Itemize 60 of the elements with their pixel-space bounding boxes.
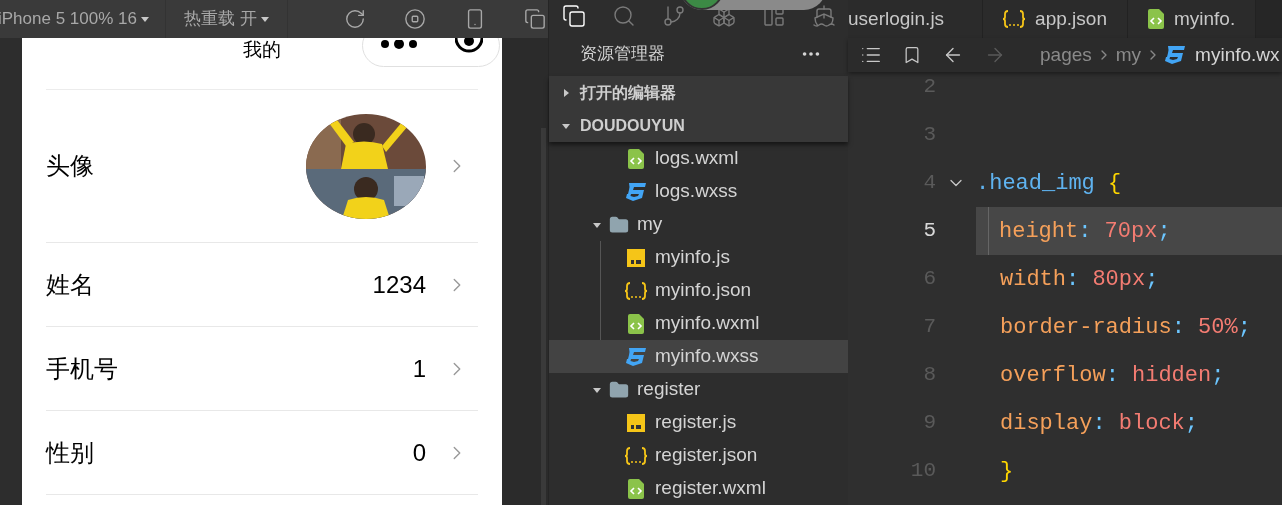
braces-file-icon <box>1003 10 1026 28</box>
dropdown-caret-icon <box>260 15 269 23</box>
braces-file-icon <box>625 281 647 300</box>
code-file-icon <box>628 478 644 499</box>
folder-icon <box>609 214 629 235</box>
breadcrumb-item[interactable]: myinfo.wx <box>1195 40 1280 70</box>
explorer-title: 资源管理器 <box>580 43 665 66</box>
code-line: } <box>999 457 1015 486</box>
code-line: .head_img { <box>976 169 1123 198</box>
file-tree-item[interactable]: myinfo.js <box>549 241 848 274</box>
page-title: 我的 <box>243 39 281 61</box>
stop-icon[interactable] <box>403 8 426 30</box>
code-line: border-radius: 50%; <box>999 313 1252 342</box>
file-tree-item[interactable]: register.wxml <box>549 472 848 505</box>
profile-row[interactable]: 头像 <box>46 90 478 243</box>
editor-tab[interactable]: app.json <box>983 0 1128 38</box>
file-tree-item[interactable]: myinfo.wxss <box>549 340 848 373</box>
code-file-icon <box>628 313 644 334</box>
file-tree-item[interactable]: register.js <box>549 406 848 439</box>
breadcrumb-item[interactable]: my <box>1115 40 1142 70</box>
file-tree-item[interactable]: register <box>549 373 848 406</box>
windows-icon[interactable] <box>523 8 546 30</box>
explorer-section-header[interactable]: 打开的编辑器 <box>549 76 848 109</box>
code-line: overflow: hidden; <box>999 361 1226 390</box>
js-file-icon <box>627 248 645 267</box>
explorer-section-header[interactable]: DOUDOUYUN <box>549 109 848 142</box>
js-file-icon <box>627 413 645 432</box>
editor-tab[interactable]: myinfo. <box>1127 0 1257 38</box>
braces-file-icon <box>625 446 647 465</box>
code-line: display: block; <box>999 409 1200 438</box>
profile-row[interactable]: 性别 0 <box>46 411 478 495</box>
expand-caret-icon <box>593 385 601 394</box>
section-caret-icon <box>562 121 570 130</box>
code-file-icon <box>628 148 644 169</box>
branch-icon[interactable] <box>662 3 686 28</box>
section-caret-icon <box>562 88 570 97</box>
dropdown-caret-icon <box>140 15 149 23</box>
files-icon[interactable] <box>562 3 586 28</box>
file-tree-item[interactable]: logs.wxss <box>549 175 848 208</box>
code-file-icon <box>1147 9 1164 29</box>
css-file-icon <box>1165 46 1186 64</box>
profile-row[interactable]: 手机号 1 <box>46 327 478 411</box>
file-tree-item[interactable]: register.json <box>549 439 848 472</box>
editor-tab[interactable]: userlogin.js <box>848 0 984 38</box>
css-file-icon <box>626 182 646 201</box>
file-tree-item[interactable]: logs.wxml <box>549 142 848 175</box>
more-icon <box>379 39 419 52</box>
breadcrumb-item[interactable]: pages <box>1040 40 1092 70</box>
file-tree-item[interactable]: my <box>549 208 848 241</box>
search-icon[interactable] <box>612 3 636 28</box>
ship-icon[interactable] <box>812 3 836 28</box>
file-tree-item[interactable]: myinfo.json <box>549 274 848 307</box>
line-number: 5 <box>922 218 936 245</box>
css-file-icon <box>626 347 646 366</box>
profile-row[interactable]: 姓名 1234 <box>46 243 478 327</box>
expand-caret-icon <box>593 220 601 229</box>
refresh-icon[interactable] <box>343 8 366 30</box>
file-tree-item[interactable]: myinfo.wxml <box>549 307 848 340</box>
code-line: width: 80px; <box>999 265 1160 294</box>
folder-icon <box>609 379 629 400</box>
